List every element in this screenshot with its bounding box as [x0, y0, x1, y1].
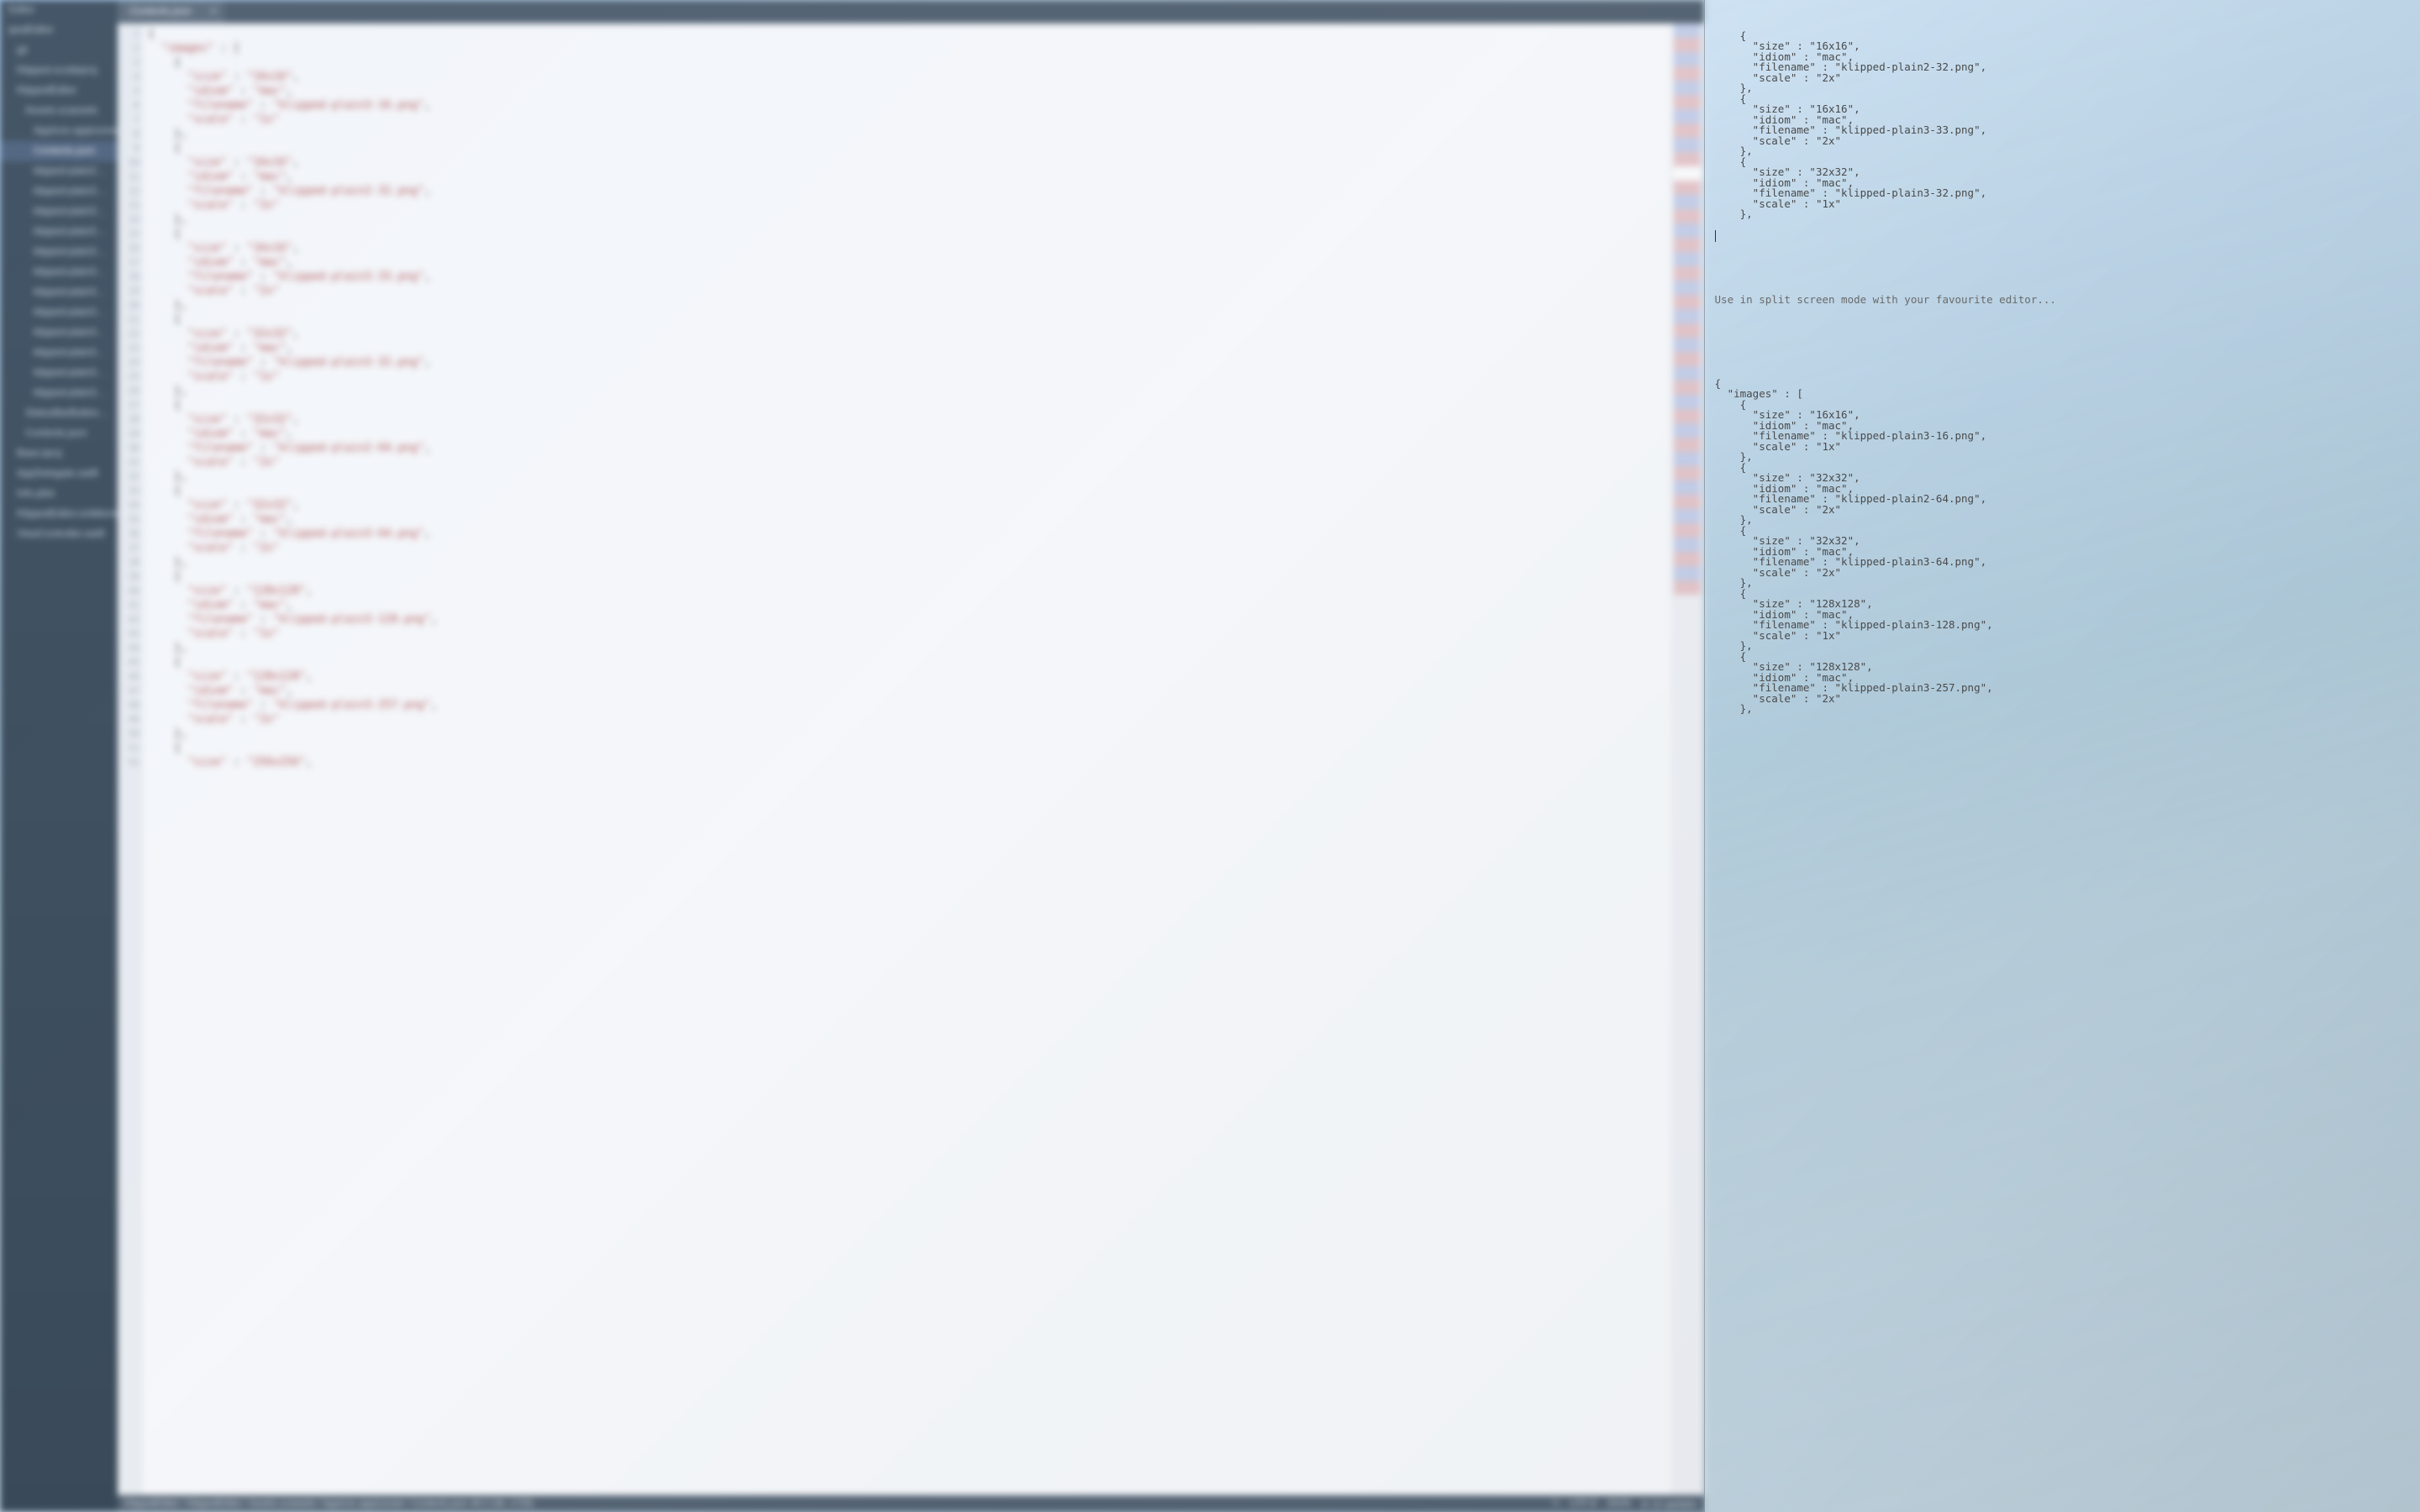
editor-main: Contents.json × 1 2 3 4 5 6 7 8 9 10 11 … — [118, 0, 1704, 1495]
close-icon[interactable]: × — [210, 5, 216, 17]
code-editor[interactable]: 1 2 3 4 5 6 7 8 9 10 11 12 13 14 15 16 1… — [118, 24, 1704, 1495]
file-tree-sidebar: EditoripedEditorgitKlipped.xcodeprojKlip… — [0, 0, 118, 1512]
status-git-icon[interactable]: ⎋ — [1553, 1499, 1560, 1509]
klipped-top-snippet[interactable]: { "size" : "16x16", "idiom" : "mac", "fi… — [1715, 29, 1987, 221]
line-gutter: 1 2 3 4 5 6 7 8 9 10 11 12 13 14 15 16 1… — [118, 24, 143, 1495]
tab-bar: Contents.json × — [118, 0, 1704, 24]
sidebar-item[interactable]: klipped-plain3… — [0, 343, 118, 363]
klipped-pane[interactable]: { "size" : "16x16", "idiom" : "mac", "fi… — [1704, 0, 2420, 1512]
sidebar-item[interactable]: Info.plist — [0, 484, 118, 504]
sidebar-item[interactable]: Assets.xcassets — [0, 101, 118, 121]
sidebar-item[interactable]: klipped-plain3… — [0, 282, 118, 302]
klipped-bottom-snippet[interactable]: { "images" : [ { "size" : "16x16", "idio… — [1715, 377, 1993, 716]
sidebar-item[interactable]: Editor — [0, 0, 118, 20]
sidebar-item[interactable]: KlippedEditor — [0, 81, 118, 101]
status-encoding[interactable]: UTF-8 — [1570, 1499, 1596, 1509]
sidebar-item[interactable]: Base.lproj — [0, 444, 118, 464]
status-path: KlippedEditor / KlippedEditor / Assets.x… — [124, 1499, 534, 1509]
sidebar-item[interactable]: Contents.json — [0, 141, 118, 161]
tab-contents-json[interactable]: Contents.json × — [118, 0, 224, 24]
sidebar-item[interactable]: klipped-plain3… — [0, 181, 118, 202]
sidebar-item[interactable]: klipped-plain3… — [0, 323, 118, 343]
status-updates[interactable]: ⊘ 13 updates — [1641, 1499, 1697, 1509]
sidebar-item[interactable]: klipped-plain3… — [0, 363, 118, 383]
sidebar-item[interactable]: ViewController.swift — [0, 524, 118, 544]
sidebar-item[interactable]: klipped-plain3… — [0, 383, 118, 403]
klipped-caption: Use in split screen mode with your favou… — [1715, 293, 2056, 306]
minimap[interactable] — [1670, 24, 1704, 1495]
background-editor: EditoripedEditorgitKlipped.xcodeprojKlip… — [0, 0, 1704, 1512]
sidebar-item[interactable]: KlippedEditor.entitlements — [0, 504, 118, 524]
sidebar-item[interactable]: AppDelegate.swift — [0, 464, 118, 484]
sidebar-item[interactable]: StatusBarButton… — [0, 403, 118, 423]
sidebar-item[interactable]: AppIcon.appiconset — [0, 121, 118, 141]
klipped-text-area[interactable]: { "size" : "16x16", "idiom" : "mac", "fi… — [1715, 20, 2413, 1505]
sidebar-item[interactable]: klipped-plain2… — [0, 161, 118, 181]
code-lines[interactable]: { "images" : [ { "size" : "16x16", "idio… — [143, 24, 1670, 1495]
sidebar-item[interactable]: Contents.json — [0, 423, 118, 444]
status-right: ⎋ UTF-8 JSON ⊘ 13 updates — [1553, 1499, 1697, 1509]
status-bar: KlippedEditor / KlippedEditor / Assets.x… — [118, 1495, 1704, 1512]
sidebar-item[interactable]: klipped-plain3… — [0, 302, 118, 323]
sidebar-item[interactable]: ipedEditor — [0, 20, 118, 40]
sidebar-item[interactable]: klipped-plain3… — [0, 242, 118, 262]
sidebar-item[interactable]: klipped-plain3… — [0, 262, 118, 282]
text-cursor-icon — [1715, 230, 1716, 242]
sidebar-item[interactable]: klipped-plain3… — [0, 202, 118, 222]
sidebar-item[interactable]: klipped-plain3… — [0, 222, 118, 242]
status-language[interactable]: JSON — [1606, 1499, 1630, 1509]
tab-title: Contents.json — [129, 5, 191, 17]
sidebar-item[interactable]: git — [0, 40, 118, 60]
sidebar-item[interactable]: Klipped.xcodeproj — [0, 60, 118, 81]
